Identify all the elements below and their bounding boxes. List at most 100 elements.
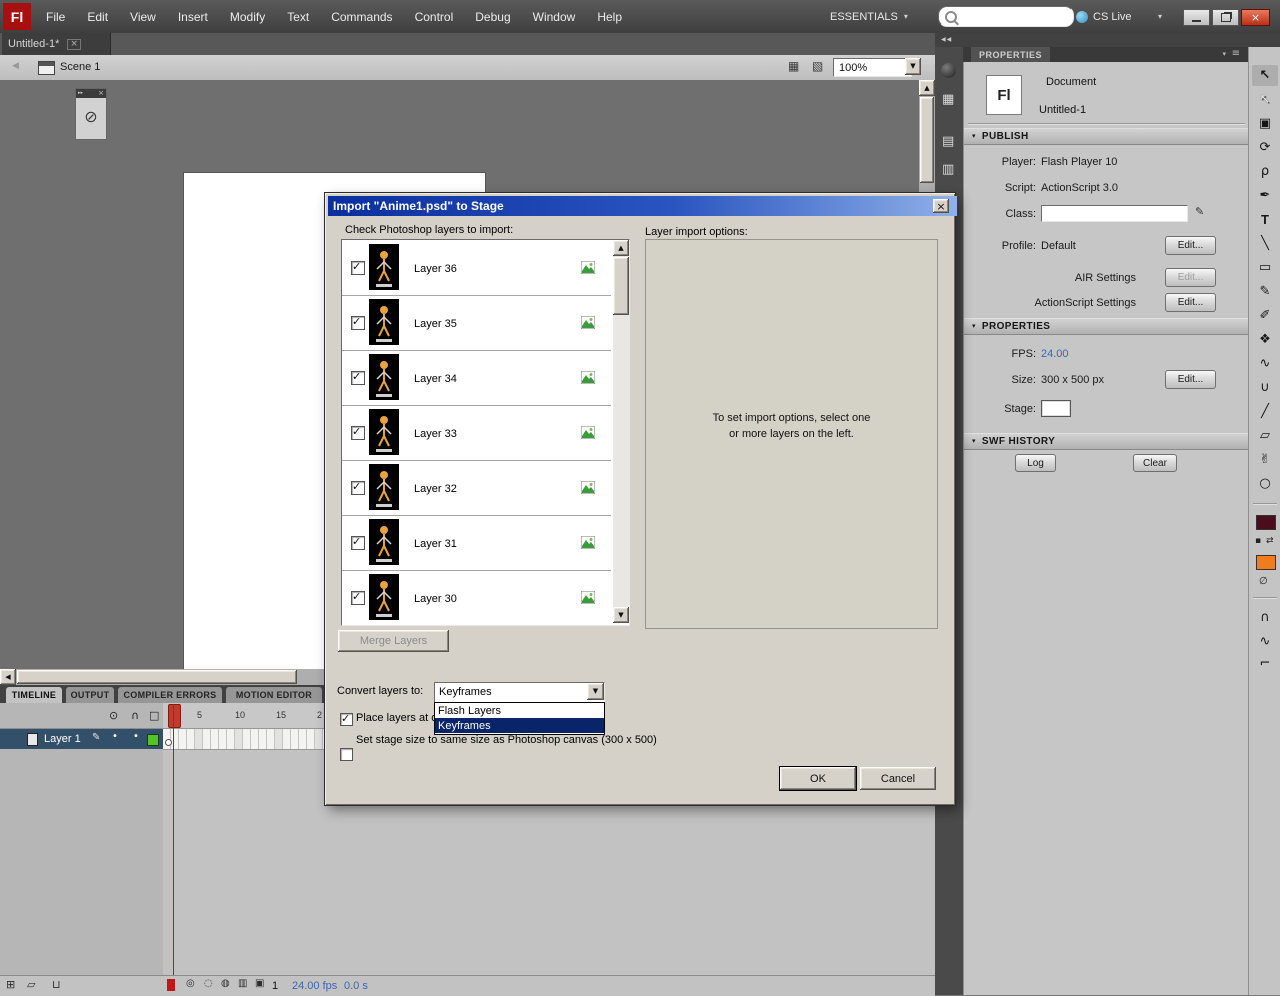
layer-list-row[interactable]: Layer 31 — [342, 515, 611, 571]
stroke-color-swatch[interactable] — [1256, 515, 1276, 530]
layer-list-row[interactable]: Layer 34 — [342, 350, 611, 406]
layer-checkbox[interactable] — [351, 425, 365, 440]
panel-icon-books[interactable]: ▤ — [942, 135, 954, 148]
onion-skin-icon[interactable]: ◌ — [204, 979, 213, 989]
center-frame-icon[interactable]: ◎ — [186, 979, 195, 989]
convert-layers-combobox[interactable]: Keyframes ▼ — [434, 682, 605, 703]
publish-section-header[interactable]: ▾ PUBLISH — [964, 128, 1257, 145]
place-layers-label[interactable]: Place layers at o — [356, 712, 437, 724]
stage-size-label[interactable]: Set stage size to same size as Photoshop… — [356, 734, 657, 746]
smooth-option-icon[interactable]: ∿ — [1252, 631, 1278, 652]
menu-control[interactable]: Control — [415, 10, 454, 24]
dropdown-option-flash-layers[interactable]: Flash Layers — [435, 703, 604, 718]
scroll-left-icon[interactable]: ◀ — [0, 669, 16, 685]
menu-edit[interactable]: Edit — [87, 10, 108, 24]
scroll-up-icon[interactable]: ▲ — [919, 80, 935, 96]
pencil-tool-icon[interactable]: ✎ — [1252, 281, 1278, 302]
paint-bucket-tool-icon[interactable]: ∪ — [1252, 377, 1278, 398]
edit-scene-icon[interactable]: ▦ — [788, 60, 799, 72]
menu-text[interactable]: Text — [287, 10, 309, 24]
fps-value[interactable]: 24.00 — [1041, 348, 1069, 360]
hscroll-thumb[interactable] — [17, 670, 297, 684]
scene-label[interactable]: Scene 1 — [60, 61, 100, 73]
back-arrow-icon[interactable]: ◀ — [12, 62, 19, 71]
vscroll-thumb[interactable] — [920, 97, 934, 183]
bone-tool-icon[interactable]: ∿ — [1252, 353, 1278, 374]
stage-color-swatch[interactable] — [1041, 400, 1071, 417]
menu-window[interactable]: Window — [533, 10, 576, 24]
panel-icon-library[interactable]: ▥ — [942, 163, 954, 176]
menu-debug[interactable]: Debug — [475, 10, 510, 24]
no-color-icon[interactable]: ∅ — [1259, 577, 1268, 587]
layer-list-row[interactable]: Layer 36 — [342, 240, 611, 296]
menu-view[interactable]: View — [130, 10, 156, 24]
new-layer-icon[interactable]: ⊞ — [6, 979, 15, 990]
workspace-switcher[interactable]: ESSENTIALS ▾ — [830, 8, 908, 25]
layer-name[interactable]: Layer 1 — [44, 733, 81, 745]
profile-edit-button[interactable]: Edit... — [1165, 236, 1216, 255]
layer-list-row[interactable]: Layer 35 — [342, 295, 611, 351]
swf-history-section-header[interactable]: ▾ SWF HISTORY — [964, 433, 1257, 450]
default-colors-icon[interactable]: ▪ — [1255, 537, 1261, 546]
layer-checkbox[interactable] — [351, 535, 365, 550]
zoom-level-field[interactable]: 100% — [833, 58, 912, 77]
mini-panel-close-icon[interactable]: × — [98, 90, 104, 97]
layer-list-row[interactable]: Layer 30 — [342, 570, 611, 625]
new-folder-icon[interactable]: ▱ — [27, 979, 35, 990]
layer-list-row[interactable]: Layer 33 — [342, 405, 611, 461]
eraser-tool-icon[interactable]: ▱ — [1252, 425, 1278, 446]
menu-commands[interactable]: Commands — [331, 10, 392, 24]
3d-rotation-tool-icon[interactable]: ⟳ — [1252, 137, 1278, 158]
playhead[interactable] — [168, 704, 181, 728]
size-edit-button[interactable]: Edit... — [1165, 370, 1216, 389]
mini-panel-tool-icon[interactable]: ⊘ — [76, 98, 106, 136]
ok-button[interactable]: OK — [779, 766, 857, 791]
tab-compiler-errors[interactable]: COMPILER ERRORS — [118, 687, 222, 703]
zoom-tool-icon[interactable]: ○ — [1252, 473, 1278, 494]
menu-file[interactable]: File — [46, 10, 65, 24]
layer-lock-dot-icon[interactable]: • — [133, 732, 139, 742]
tab-close-icon[interactable]: × — [67, 38, 81, 50]
actionscript-settings-edit-button[interactable]: Edit... — [1165, 293, 1216, 312]
selection-tool-icon[interactable]: ↖ — [1252, 65, 1278, 86]
tab-timeline[interactable]: TIMELINE — [6, 687, 62, 703]
modify-markers-icon[interactable]: ▣ — [255, 979, 264, 989]
layer-checkbox[interactable] — [351, 260, 365, 275]
document-tab[interactable]: Untitled-1* × — [2, 33, 111, 55]
playhead-scrub-marker[interactable] — [167, 979, 175, 991]
menu-help[interactable]: Help — [597, 10, 622, 24]
cs-live-chevron-icon[interactable]: ▾ — [1158, 13, 1162, 21]
panel-icon-grid[interactable]: ▦ — [942, 93, 954, 106]
zoom-dropdown-arrow[interactable]: ▼ — [905, 58, 921, 75]
brush-tool-icon[interactable]: ✐ — [1252, 305, 1278, 326]
mini-panel-arrows-icon[interactable]: ▸▸ — [78, 91, 83, 96]
straighten-option-icon[interactable]: ⌐ — [1252, 653, 1278, 674]
tab-properties[interactable]: PROPERTIES — [971, 47, 1051, 62]
dropdown-option-keyframes[interactable]: Keyframes — [435, 718, 604, 733]
panel-icon-sphere[interactable] — [941, 63, 956, 78]
outline-layers-icon[interactable]: □ — [149, 710, 159, 721]
scroll-down-icon[interactable]: ▼ — [613, 607, 629, 623]
layer-checkbox[interactable] — [351, 370, 365, 385]
search-input[interactable] — [938, 6, 1074, 27]
text-tool-icon[interactable]: T — [1252, 209, 1278, 230]
edit-multiple-frames-icon[interactable]: ▥ — [238, 979, 247, 989]
clear-button[interactable]: Clear — [1133, 454, 1177, 472]
line-tool-icon[interactable]: ╲ — [1252, 233, 1278, 254]
dialog-title-bar[interactable]: Import "Anime1.psd" to Stage — [328, 196, 957, 216]
cs-live-button[interactable]: CS Live — [1076, 8, 1132, 25]
close-button[interactable]: × — [1241, 9, 1270, 26]
layer-checkbox[interactable] — [351, 590, 365, 605]
layer-checkbox[interactable] — [351, 315, 365, 330]
delete-layer-icon[interactable]: ⊔ — [52, 979, 61, 990]
pen-tool-icon[interactable]: ✒ — [1252, 185, 1278, 206]
list-scroll-thumb[interactable] — [613, 257, 629, 315]
show-hide-layers-icon[interactable]: ⊙ — [109, 710, 118, 721]
layer-list-scrollbar[interactable]: ▲ ▼ — [613, 240, 629, 623]
dialog-close-icon[interactable]: × — [933, 199, 949, 213]
deco-tool-icon[interactable]: ❖ — [1252, 329, 1278, 350]
expand-panels-icon[interactable]: ◀◀ — [941, 37, 952, 43]
lasso-tool-icon[interactable]: ρ — [1252, 161, 1278, 182]
onion-skin-outline-icon[interactable]: ◍ — [221, 979, 230, 989]
document-name[interactable]: Untitled-1 — [1039, 104, 1086, 116]
